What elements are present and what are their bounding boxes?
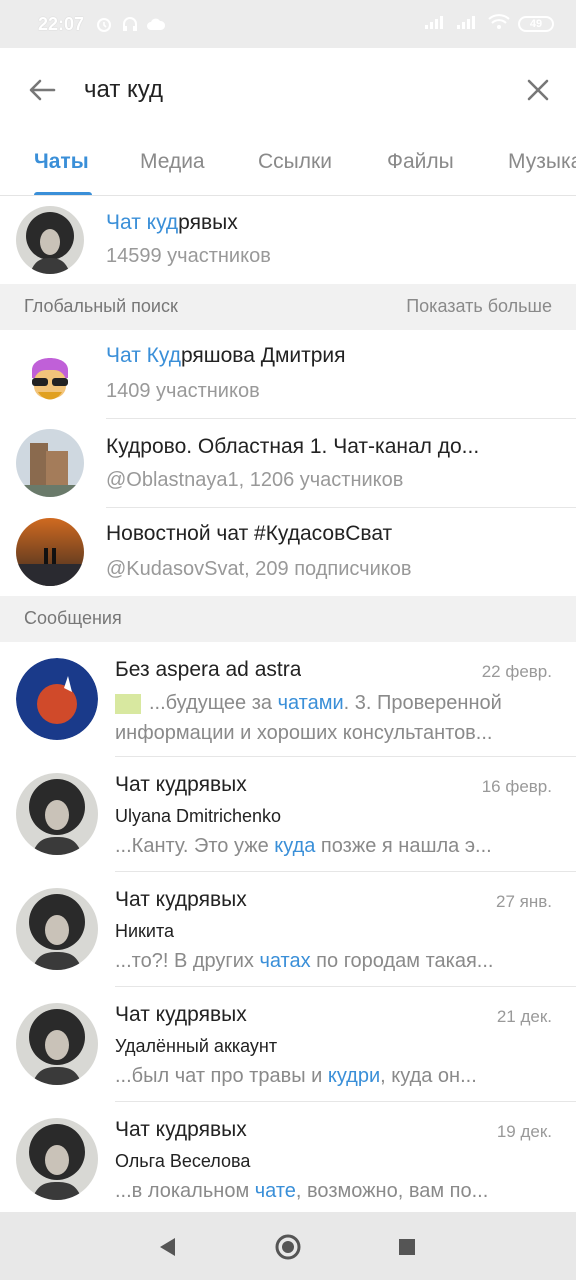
result-title: Чат Кудряшова Дмитрия bbox=[106, 344, 346, 367]
message-chat-title: Чат кудрявых bbox=[115, 888, 247, 911]
chat-result-item[interactable]: Чат кудрявых 14599 участников bbox=[0, 197, 576, 283]
search-input[interactable] bbox=[84, 76, 464, 104]
result-subtitle: @KudasovSvat, 209 подписчиков bbox=[106, 558, 412, 580]
tab-chats[interactable]: Чаты bbox=[34, 150, 89, 174]
tab-links[interactable]: Ссылки bbox=[258, 150, 332, 174]
system-nav-bar bbox=[0, 1212, 576, 1280]
message-date: 27 янв. bbox=[496, 892, 552, 911]
message-chat-title: Чат кудрявых bbox=[115, 773, 247, 796]
back-button[interactable] bbox=[0, 48, 84, 132]
clear-search-button[interactable] bbox=[516, 68, 560, 112]
result-title: Кудрово. Областная 1. Чат-канал до... bbox=[106, 435, 480, 458]
global-result-item[interactable]: Чат Кудряшова Дмитрия 1409 участников bbox=[0, 330, 576, 419]
avatar bbox=[16, 1003, 98, 1085]
message-chat-title: Чат кудрявых bbox=[115, 1118, 247, 1141]
avatar bbox=[16, 518, 84, 586]
message-snippet: ...был чат про травы и кудри, куда он... bbox=[115, 1065, 477, 1087]
nav-back-button[interactable] bbox=[152, 1232, 182, 1262]
status-time: 22:07 bbox=[38, 13, 85, 34]
back-triangle-icon bbox=[160, 1238, 175, 1256]
message-result-item[interactable]: Чат кудрявых 19 дек. Ольга Веселова ...в… bbox=[0, 1102, 576, 1212]
message-author: Никита bbox=[115, 921, 175, 941]
message-chat-title: Без aspera ad astra bbox=[115, 658, 302, 681]
global-result-item[interactable]: Новостной чат #КудасовСват @KudasovSvat,… bbox=[0, 508, 576, 596]
message-snippet: ...в локальном чате, возможно, вам по... bbox=[115, 1180, 489, 1202]
result-title: Чат кудрявых bbox=[106, 211, 238, 234]
message-date: 21 дек. bbox=[496, 1007, 552, 1026]
message-date: 16 февр. bbox=[481, 777, 552, 796]
message-result-item[interactable]: Чат кудрявых 16 февр. Ulyana Dmitrichenk… bbox=[0, 757, 576, 872]
message-author: Ольга Веселова bbox=[115, 1151, 251, 1171]
avatar bbox=[16, 206, 84, 274]
tab-music[interactable]: Музыка bbox=[508, 150, 576, 174]
search-header bbox=[0, 48, 576, 132]
message-snippet: ...Канту. Это уже куда позже я нашла э..… bbox=[115, 835, 492, 857]
message-snippet-line2: информации и хороших консультантов... bbox=[115, 722, 493, 744]
headset-icon bbox=[120, 15, 140, 33]
arrow-left-icon bbox=[29, 79, 56, 101]
search-tabs: Чаты Медиа Ссылки Файлы Музыка bbox=[0, 132, 576, 196]
message-snippet: ...то?! В других чатах по городам такая.… bbox=[115, 950, 494, 972]
avatar bbox=[16, 658, 98, 740]
recents-square-icon bbox=[399, 1239, 415, 1255]
signal-icon bbox=[424, 14, 448, 35]
message-result-item[interactable]: Без aspera ad astra 22 февр. ...будущее … bbox=[0, 642, 576, 757]
message-author: Ulyana Dmitrichenko bbox=[115, 806, 282, 826]
avatar bbox=[16, 429, 84, 497]
result-title: Новостной чат #КудасовСват bbox=[106, 522, 393, 545]
alarm-icon bbox=[94, 15, 114, 33]
global-search-header: Глобальный поиск Показать больше bbox=[0, 284, 576, 330]
avatar bbox=[16, 1118, 98, 1200]
avatar bbox=[16, 773, 98, 855]
cloud-icon bbox=[146, 15, 166, 33]
show-more-button[interactable]: Показать больше bbox=[406, 296, 552, 317]
battery-icon: 49 bbox=[518, 16, 554, 32]
close-icon bbox=[527, 79, 549, 101]
active-tab-indicator bbox=[34, 192, 92, 195]
status-bar: 22:07 49 bbox=[0, 0, 576, 48]
message-result-item[interactable]: Чат кудрявых 21 дек. Удалённый аккаунт .… bbox=[0, 987, 576, 1102]
section-label: Глобальный поиск bbox=[24, 296, 178, 316]
thumbnail-icon bbox=[115, 693, 141, 714]
message-date: 22 февр. bbox=[481, 662, 552, 681]
signal-icon bbox=[456, 14, 480, 35]
messages-header: Сообщения bbox=[0, 596, 576, 642]
avatar bbox=[16, 340, 84, 408]
wifi-icon bbox=[488, 13, 510, 35]
result-subtitle: 14599 участников bbox=[106, 245, 271, 267]
avatar bbox=[16, 888, 98, 970]
message-snippet: ...будущее за чатами. 3. Проверенной bbox=[115, 692, 502, 715]
result-subtitle: @Oblastnaya1, 1206 участников bbox=[106, 469, 404, 491]
nav-home-button[interactable] bbox=[273, 1232, 303, 1262]
message-chat-title: Чат кудрявых bbox=[115, 1003, 247, 1026]
global-result-item[interactable]: Кудрово. Областная 1. Чат-канал до... @O… bbox=[0, 419, 576, 508]
message-date: 19 дек. bbox=[496, 1122, 552, 1141]
nav-recents-button[interactable] bbox=[392, 1232, 422, 1262]
home-circle-icon bbox=[275, 1234, 301, 1260]
tab-media[interactable]: Медиа bbox=[140, 150, 205, 174]
result-subtitle: 1409 участников bbox=[106, 380, 260, 402]
message-result-item[interactable]: Чат кудрявых 27 янв. Никита ...то?! В др… bbox=[0, 872, 576, 987]
section-label: Сообщения bbox=[24, 608, 122, 628]
message-author: Удалённый аккаунт bbox=[115, 1036, 278, 1056]
tab-files[interactable]: Файлы bbox=[387, 150, 454, 174]
